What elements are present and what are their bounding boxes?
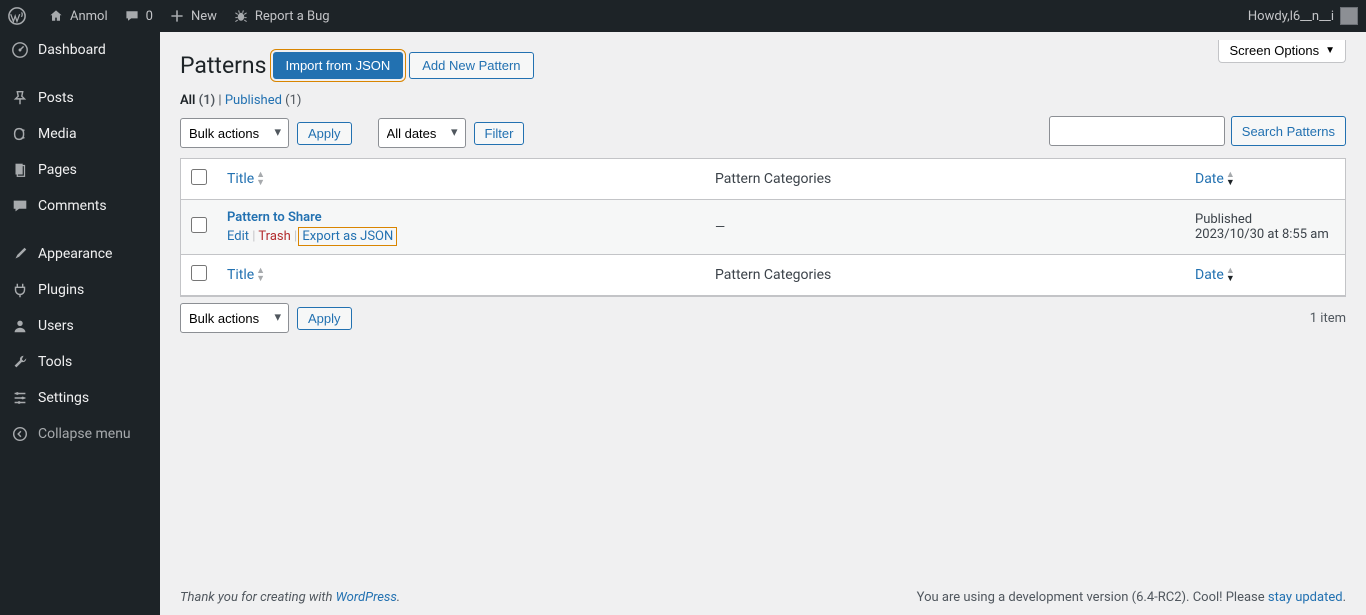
filter-all[interactable]: All (1)	[180, 93, 215, 108]
home-icon	[48, 8, 64, 24]
apply-bulk-button[interactable]: Apply	[297, 122, 352, 145]
trash-action[interactable]: Trash	[258, 229, 290, 244]
search-button[interactable]: Search Patterns	[1231, 116, 1346, 146]
sliders-icon	[10, 388, 30, 408]
bulk-actions-select-bottom[interactable]: Bulk actions	[180, 303, 289, 333]
sidebar-item-comments[interactable]: Comments	[0, 188, 160, 224]
view-filter-links: All (1) | Published (1)	[180, 93, 1346, 108]
sidebar-item-label: Tools	[38, 354, 72, 370]
search-input[interactable]	[1049, 116, 1225, 146]
sidebar-item-media[interactable]: Media	[0, 116, 160, 152]
site-name-label: Anmol	[70, 9, 108, 24]
site-name-link[interactable]: Anmol	[40, 0, 116, 32]
sidebar-item-pages[interactable]: Pages	[0, 152, 160, 188]
sidebar-item-label: Posts	[38, 90, 74, 106]
add-new-pattern-button[interactable]: Add New Pattern	[409, 52, 533, 79]
column-categories: Pattern Categories	[705, 159, 1185, 200]
sidebar-item-label: Dashboard	[38, 42, 106, 58]
wrench-icon	[10, 352, 30, 372]
row-datetime: 2023/10/30 at 8:55 am	[1195, 227, 1335, 242]
page-icon	[10, 160, 30, 180]
edit-action[interactable]: Edit	[227, 229, 249, 244]
sidebar-item-label: Users	[38, 318, 74, 334]
sidebar-item-dashboard[interactable]: Dashboard	[0, 32, 160, 68]
date-filter-select[interactable]: All dates	[378, 118, 466, 148]
sidebar-item-label: Comments	[38, 198, 107, 214]
my-account-link[interactable]: Howdy, l6__n__i	[1240, 0, 1366, 32]
apply-bulk-button-bottom[interactable]: Apply	[297, 307, 352, 330]
patterns-table: Title▲▼ Pattern Categories Date▲▼ Patter…	[180, 158, 1346, 297]
user-icon	[10, 316, 30, 336]
select-all-checkbox-foot[interactable]	[191, 265, 207, 281]
sidebar-item-label: Media	[38, 126, 77, 142]
plug-icon	[10, 280, 30, 300]
comments-link[interactable]: 0	[116, 0, 161, 32]
plus-icon	[169, 8, 185, 24]
wordpress-icon	[8, 7, 26, 25]
sidebar-item-label: Plugins	[38, 282, 84, 298]
row-checkbox[interactable]	[191, 217, 207, 233]
row-status: Published	[1195, 212, 1335, 227]
sidebar-item-posts[interactable]: Posts	[0, 80, 160, 116]
column-title-sort[interactable]: Title▲▼	[227, 171, 265, 187]
column-categories-foot: Pattern Categories	[705, 255, 1185, 296]
bug-icon	[233, 8, 249, 24]
sidebar-item-settings[interactable]: Settings	[0, 380, 160, 416]
sort-arrows-icon: ▲▼	[256, 267, 265, 283]
comment-icon	[124, 8, 140, 24]
page-title: Patterns	[180, 52, 267, 79]
dashboard-icon	[10, 40, 30, 60]
sort-arrows-icon: ▲▼	[256, 171, 265, 187]
sidebar-item-users[interactable]: Users	[0, 308, 160, 344]
sidebar-item-label: Settings	[38, 390, 89, 406]
chevron-down-icon: ▼	[1325, 45, 1335, 56]
sidebar-item-tools[interactable]: Tools	[0, 344, 160, 380]
new-content-link[interactable]: New	[161, 0, 225, 32]
sidebar-item-label: Appearance	[38, 246, 112, 262]
sidebar-item-label: Pages	[38, 162, 77, 178]
stay-updated-link[interactable]: stay updated	[1268, 590, 1343, 605]
footer-right: You are using a development version (6.4…	[917, 590, 1346, 605]
report-bug-link[interactable]: Report a Bug	[225, 0, 338, 32]
table-row: Pattern to Share Edit | Trash | Export a…	[181, 200, 1345, 255]
row-title-link[interactable]: Pattern to Share	[227, 210, 322, 225]
avatar	[1340, 7, 1358, 25]
bulk-actions-select[interactable]: Bulk actions	[180, 118, 289, 148]
new-label: New	[191, 9, 217, 24]
filter-published[interactable]: Published (1)	[225, 93, 302, 108]
filter-button[interactable]: Filter	[474, 122, 525, 145]
howdy-prefix: Howdy,	[1248, 9, 1290, 24]
username-label: l6__n__i	[1290, 9, 1334, 24]
sidebar-item-appearance[interactable]: Appearance	[0, 236, 160, 272]
brush-icon	[10, 244, 30, 264]
item-count-bottom: 1 item	[1310, 311, 1346, 326]
footer-left: Thank you for creating with WordPress.	[180, 590, 400, 605]
column-title-sort-foot[interactable]: Title▲▼	[227, 267, 265, 283]
sidebar-item-plugins[interactable]: Plugins	[0, 272, 160, 308]
screen-options-toggle[interactable]: Screen Options ▼	[1218, 40, 1346, 63]
collapse-label: Collapse menu	[38, 426, 131, 442]
row-categories: —	[705, 200, 1185, 255]
import-json-button[interactable]: Import from JSON	[273, 52, 404, 79]
column-date-sort-foot[interactable]: Date▲▼	[1195, 267, 1235, 283]
wp-logo-menu[interactable]	[0, 0, 40, 32]
collapse-menu[interactable]: Collapse menu	[0, 416, 160, 452]
comments-count: 0	[146, 9, 153, 24]
pin-icon	[10, 88, 30, 108]
wordpress-link[interactable]: WordPress	[336, 590, 397, 605]
export-json-action[interactable]: Export as JSON	[300, 229, 395, 244]
sort-arrows-icon: ▲▼	[1226, 171, 1235, 187]
media-icon	[10, 124, 30, 144]
screen-options-label: Screen Options	[1229, 43, 1319, 58]
select-all-checkbox[interactable]	[191, 169, 207, 185]
column-date-sort[interactable]: Date▲▼	[1195, 171, 1235, 187]
comment-icon	[10, 196, 30, 216]
bug-label: Report a Bug	[255, 9, 330, 24]
sort-arrows-icon: ▲▼	[1226, 267, 1235, 283]
collapse-icon	[10, 424, 30, 444]
